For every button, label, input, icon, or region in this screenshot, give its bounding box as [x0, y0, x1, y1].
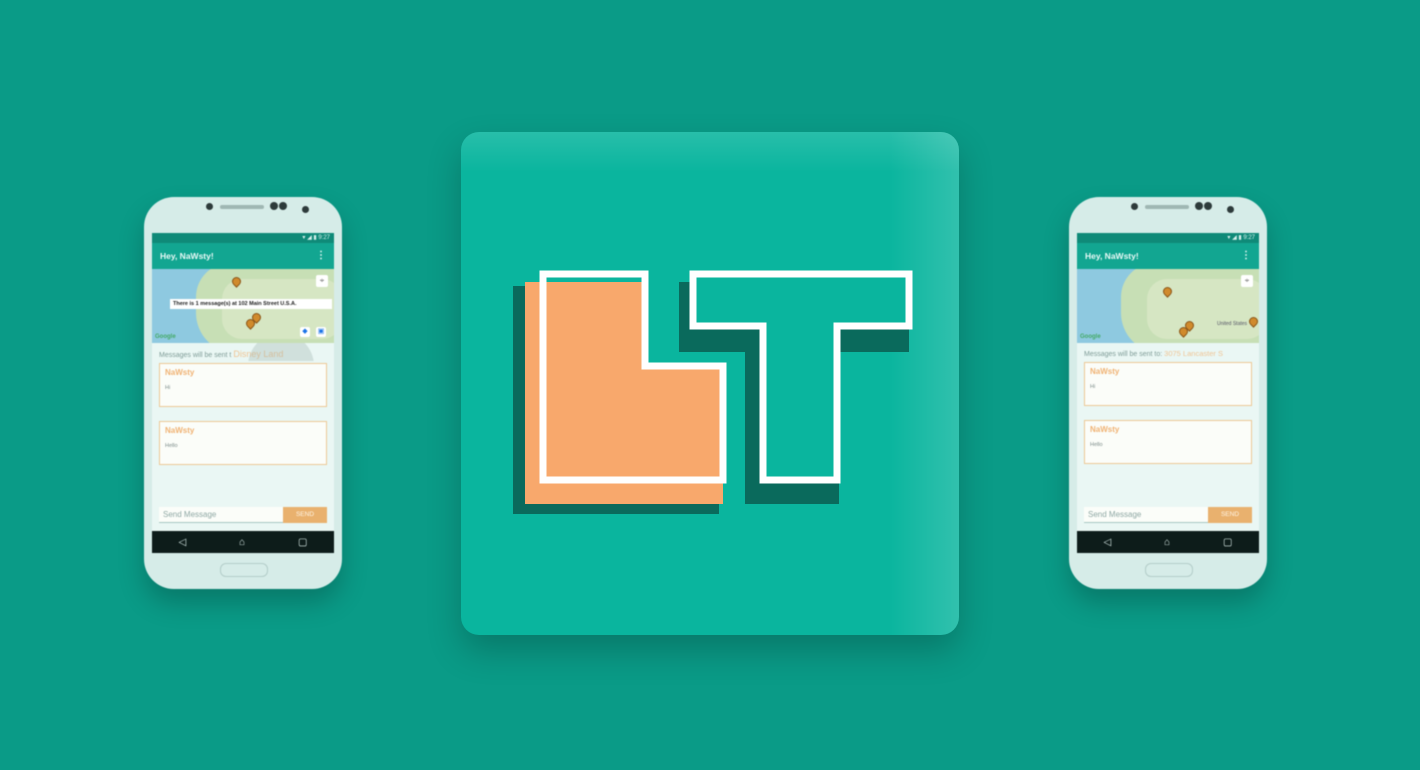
send-message-input[interactable]: Send Message	[1084, 507, 1208, 523]
proximity-sensor-icon	[302, 206, 309, 213]
recents-icon[interactable]: ▢	[1223, 537, 1232, 548]
recipient-place[interactable]: 3075 Lancaster S	[1164, 349, 1223, 358]
hardware-home-button	[220, 563, 268, 577]
sensor-icon	[1204, 202, 1212, 210]
message-author: NaWsty	[1090, 367, 1120, 376]
phone-mockup-right: ▾ ◢ ▮ 9:27 Hey, NaWsty! ⋮ ⌖ United State…	[1069, 197, 1267, 589]
back-icon[interactable]: ◁	[1103, 537, 1111, 548]
android-nav-bar: ◁ ⌂ ▢	[152, 531, 334, 553]
message-text: Hi	[1090, 384, 1096, 390]
phone-screen: ▾ ◢ ▮ 9:27 Hey, NaWsty! ⋮ ⌖ United State…	[1077, 233, 1259, 553]
map-info-banner: There is 1 message(s) at 102 Main Street…	[170, 299, 332, 309]
message-card: NaWsty Hi	[159, 363, 327, 407]
earpiece-speaker	[1145, 205, 1189, 209]
earpiece-speaker	[220, 205, 264, 209]
app-bar: Hey, NaWsty! ⋮	[152, 243, 334, 269]
send-button[interactable]: SEND	[283, 507, 327, 523]
overflow-menu-icon[interactable]: ⋮	[316, 243, 326, 269]
proximity-sensor-icon	[1227, 206, 1234, 213]
app-bar: Hey, NaWsty! ⋮	[1077, 243, 1259, 269]
sensor-icon	[1195, 202, 1203, 210]
google-maps-icon[interactable]: ▣	[316, 327, 326, 337]
send-button[interactable]: SEND	[1208, 507, 1252, 523]
message-timestamp	[152, 409, 327, 415]
sensor-icon	[279, 202, 287, 210]
map-view[interactable]: ⌖ United States Google	[1077, 269, 1259, 343]
app-title: Hey, NaWsty!	[160, 251, 214, 261]
message-timestamp	[1077, 466, 1252, 472]
lt-logo-mark	[513, 270, 913, 514]
front-camera-icon	[1131, 203, 1138, 210]
message-text: Hello	[165, 443, 178, 449]
directions-icon[interactable]: ◆	[300, 327, 310, 337]
my-location-icon[interactable]: ⌖	[1241, 275, 1253, 287]
recipient-prefix: Messages will be sent to:	[1084, 351, 1163, 358]
message-timestamp	[152, 467, 327, 473]
recipient-line: Messages will be sent t Disney Land	[152, 343, 334, 361]
compose-bar: Send Message SEND	[159, 507, 327, 523]
message-text: Hi	[165, 385, 171, 391]
recipient-prefix: Messages will be sent t	[159, 352, 232, 359]
front-camera-icon	[206, 203, 213, 210]
message-author: NaWsty	[1090, 425, 1120, 434]
message-card: NaWsty Hi	[1084, 362, 1252, 406]
home-icon[interactable]: ⌂	[1164, 537, 1170, 548]
overflow-menu-icon[interactable]: ⋮	[1241, 243, 1251, 269]
phone-screen: ▾ ◢ ▮ 9:27 Hey, NaWsty! ⋮ There is 1 mes…	[152, 233, 334, 553]
message-card: NaWsty Hello	[1084, 420, 1252, 464]
recipient-line: Messages will be sent to: 3075 Lancaster…	[1077, 343, 1259, 360]
google-logo: Google	[1080, 334, 1101, 340]
home-icon[interactable]: ⌂	[239, 537, 245, 548]
status-bar: ▾ ◢ ▮ 9:27	[1077, 233, 1259, 243]
hardware-home-button	[1145, 563, 1193, 577]
google-logo: Google	[155, 334, 176, 340]
sensor-icon	[270, 202, 278, 210]
message-author: NaWsty	[165, 426, 195, 435]
my-location-icon[interactable]: ⌖	[316, 275, 328, 287]
message-card: NaWsty Hello	[159, 421, 327, 465]
send-message-input[interactable]: Send Message	[159, 507, 283, 523]
message-author: NaWsty	[165, 368, 195, 377]
status-bar: ▾ ◢ ▮ 9:27	[152, 233, 334, 243]
phone-mockup-left: ▾ ◢ ▮ 9:27 Hey, NaWsty! ⋮ There is 1 mes…	[144, 197, 342, 589]
recents-icon[interactable]: ▢	[298, 537, 307, 548]
app-title: Hey, NaWsty!	[1085, 251, 1139, 261]
map-country-label: United States	[1217, 321, 1248, 327]
android-nav-bar: ◁ ⌂ ▢	[1077, 531, 1259, 553]
message-text: Hello	[1090, 442, 1103, 448]
app-logo-tile	[461, 132, 959, 635]
back-icon[interactable]: ◁	[178, 537, 186, 548]
touch-ripple	[248, 343, 314, 361]
compose-bar: Send Message SEND	[1084, 507, 1252, 523]
map-view[interactable]: There is 1 message(s) at 102 Main Street…	[152, 269, 334, 343]
message-timestamp	[1077, 408, 1252, 414]
